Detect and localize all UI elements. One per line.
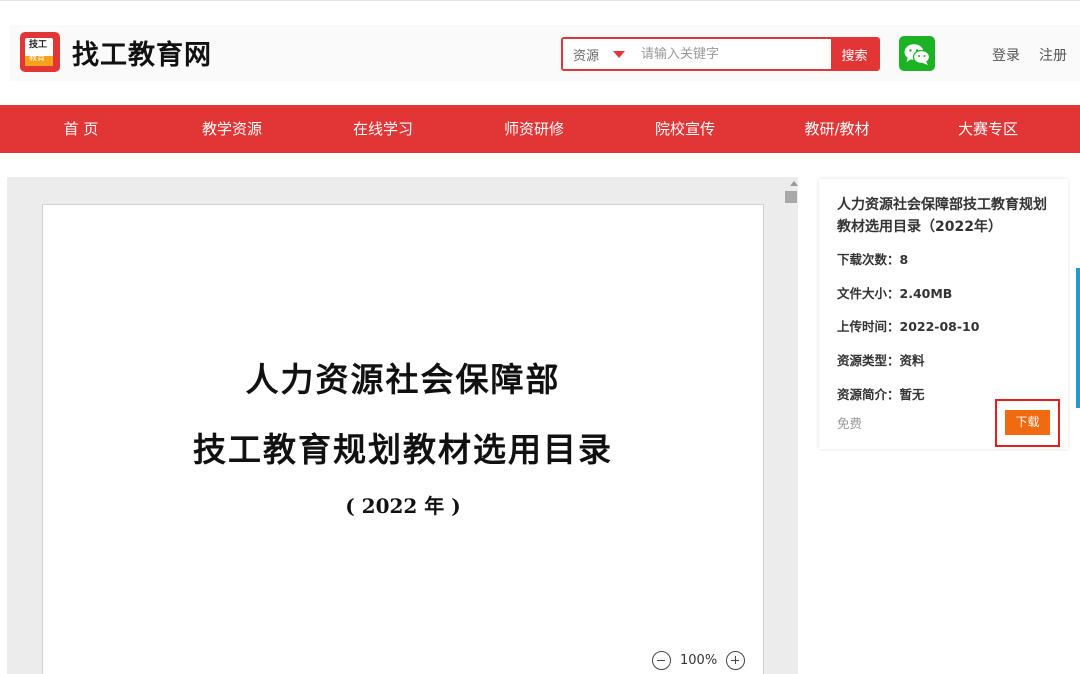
- zoom-in-icon[interactable]: [726, 651, 746, 670]
- resource-intro: 资源简介：暂无: [837, 387, 925, 402]
- resource-title: 人力资源社会保障部技工教育规划教材选用目录（2022年）: [837, 197, 1047, 235]
- document-title-line2: 技工教育规划教材选用目录: [193, 430, 613, 469]
- document-viewer[interactable]: 人力资源社会保障部 技工教育规划教材选用目录 ( 2022 年 ): [7, 177, 798, 674]
- scrollbar-thumb[interactable]: [785, 191, 797, 203]
- document-year: ( 2022 年 ): [345, 494, 461, 518]
- zoom-level: 100%: [680, 653, 718, 668]
- zoom-out-icon[interactable]: [652, 651, 671, 670]
- document-title-line1: 人力资源社会保障部: [245, 360, 561, 399]
- document-page: 人力资源社会保障部 技工教育规划教材选用目录 ( 2022 年 ): [42, 204, 764, 674]
- logo-top-text: 技工: [29, 40, 48, 50]
- nav-research-textbooks[interactable]: 教研/教材: [804, 105, 869, 153]
- search-input[interactable]: [635, 39, 831, 69]
- main-nav: 首 页 教学资源 在线学习 师资研修 院校宣传 教研/教材 大赛专区: [0, 105, 1080, 153]
- zoom-controls: 100%: [652, 651, 746, 670]
- nav-home[interactable]: 首 页: [64, 105, 99, 153]
- search-type-label: 资源: [572, 48, 599, 64]
- resource-type: 资源类型：资料: [837, 353, 925, 368]
- site-name: 找工教育网: [72, 39, 212, 71]
- site-logo[interactable]: 技工 教育 找工教育网: [20, 32, 212, 72]
- file-size: 文件大小：2.40MB: [837, 286, 953, 301]
- logo-icon: 技工 教育: [20, 32, 60, 72]
- login-link[interactable]: 登录: [992, 45, 1020, 65]
- logo-bottom-text: 教育: [29, 53, 45, 62]
- search-bar: 资源 搜索: [561, 37, 880, 71]
- register-link[interactable]: 注册: [1039, 45, 1067, 65]
- search-button[interactable]: 搜索: [831, 39, 878, 69]
- nav-school-promotion[interactable]: 院校宣传: [655, 105, 715, 153]
- nav-competition[interactable]: 大赛专区: [958, 105, 1018, 153]
- scroll-up-icon[interactable]: [790, 181, 798, 186]
- wechat-icon[interactable]: [899, 36, 935, 71]
- nav-teacher-training[interactable]: 师资研修: [504, 105, 564, 153]
- upload-time: 上传时间：2022-08-10: [837, 319, 980, 334]
- nav-online-learning[interactable]: 在线学习: [353, 105, 413, 153]
- side-float-tab[interactable]: [1076, 268, 1080, 408]
- search-type-select[interactable]: 资源: [563, 39, 635, 69]
- download-count: 下载次数：8: [837, 252, 909, 267]
- nav-teaching-resources[interactable]: 教学资源: [202, 105, 262, 153]
- price-label: 免费: [837, 416, 863, 431]
- download-button[interactable]: 下载: [1005, 410, 1050, 435]
- caret-down-icon: [613, 50, 625, 58]
